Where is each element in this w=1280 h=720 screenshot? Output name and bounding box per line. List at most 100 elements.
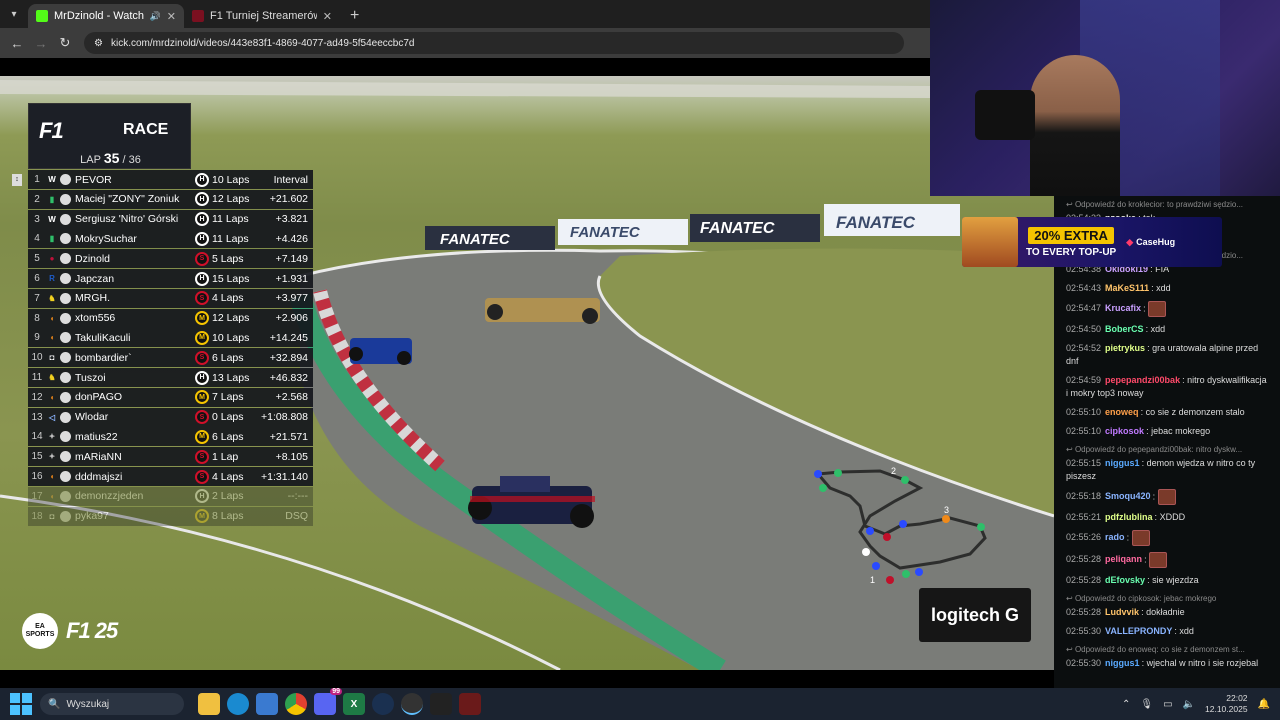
tab-kick-vod[interactable]: MrDzinold - Watch the VOD 🔊 ✕	[28, 4, 184, 28]
ea-sports-logo: EA SPORTS	[22, 613, 58, 649]
leaderboard-row: 5 ● Dzinold	[28, 249, 193, 269]
driver-name: Tuszoi	[75, 371, 106, 384]
position-number: 11	[31, 372, 43, 383]
chat-username[interactable]: VALLEPRONDY	[1105, 626, 1172, 636]
position-number: 14	[31, 431, 43, 443]
chat-username[interactable]: Krucafix	[1105, 303, 1141, 313]
taskbar-search[interactable]: 🔍 Wyszukaj	[40, 693, 184, 715]
chrome-icon[interactable]	[285, 693, 307, 715]
tyre-laps: 11 Laps	[212, 232, 249, 245]
sector-label: 1	[870, 575, 875, 585]
logitech-logo: logitech G	[919, 588, 1031, 642]
chat-panel[interactable]: ↩ Odpowiedź do kroklecior: to prawdziwi …	[1054, 196, 1280, 688]
chat-message: 02:55:28 peliqann:	[1054, 549, 1280, 571]
tray-chevron-icon[interactable]: ⌃	[1122, 699, 1130, 710]
search-placeholder: Wyszukaj	[66, 698, 110, 710]
chat-username[interactable]: pepepandzi00bak	[1105, 375, 1180, 385]
tyre-compound-icon: S	[195, 251, 209, 266]
windows-start-icon[interactable]	[10, 693, 32, 715]
chat-username[interactable]: niggus1	[1105, 458, 1140, 468]
chat-username[interactable]: niggus1	[1105, 658, 1140, 668]
leaderboard-toggle-icon[interactable]: ↕	[12, 174, 22, 186]
driver-name: xtom556	[75, 312, 116, 325]
team-logo-icon: ◖	[49, 313, 55, 323]
chat-timestamp: 02:55:28	[1066, 554, 1102, 565]
leaderboard-row-stats: S4 Laps +1:31.140	[193, 467, 313, 486]
webcam-person	[1030, 55, 1120, 196]
team-logo-icon: R	[49, 274, 55, 283]
tab-close-icon[interactable]: ✕	[167, 10, 176, 23]
tab-title: MrDzinold - Watch the VOD	[54, 10, 144, 22]
tab-f1-tournament[interactable]: F1 Turniej Streamerów - Walka ✕	[184, 4, 340, 28]
chat-username[interactable]: Ludvvik	[1105, 607, 1139, 617]
store-icon[interactable]	[256, 693, 278, 715]
interval-gap: +3.977	[275, 292, 308, 305]
microphone-icon[interactable]: 🎙	[1140, 699, 1153, 710]
clock-time: 22:02	[1226, 693, 1248, 703]
leaderboard-row: 10 ◘ bombardier`	[28, 348, 193, 368]
chat-username[interactable]: BoberCS	[1105, 324, 1144, 334]
volume-icon[interactable]: 🔈	[1183, 699, 1195, 710]
webcam-microphone	[975, 90, 1035, 140]
chat-username[interactable]: peliqann	[1105, 554, 1142, 564]
ad-text: 20% EXTRA TO EVERY TOP-UP	[1026, 226, 1116, 258]
tyre-compound-icon: S	[195, 350, 209, 365]
tyre-compound-icon: H	[195, 172, 209, 187]
forward-icon[interactable]: →	[30, 32, 52, 54]
notifications-icon[interactable]: 🔔	[1258, 699, 1270, 710]
leaderboard-row: 14 ✦ matius22	[28, 427, 193, 447]
chat-username[interactable]: MaKeS111	[1105, 283, 1149, 293]
edge-icon[interactable]	[227, 693, 249, 715]
reply-text: Odpowiedź do enoweq: co sie z demonzem s…	[1074, 645, 1245, 654]
chat-timestamp: 02:54:43	[1066, 283, 1102, 293]
tyre-laps: 6 Laps	[212, 351, 244, 364]
reply-text: Odpowiedź do cipkosok: jebac mokrego	[1074, 594, 1217, 603]
nationality-flag-icon	[60, 292, 71, 304]
chat-username[interactable]: cipkosok	[1105, 426, 1144, 436]
back-icon[interactable]: ←	[6, 32, 28, 54]
steam-icon[interactable]	[372, 693, 394, 715]
game-app-icon[interactable]	[459, 693, 481, 715]
site-info-icon[interactable]: ⚙	[94, 38, 103, 49]
tyre-laps: 12 Laps	[212, 193, 250, 206]
new-tab-button[interactable]: +	[340, 4, 369, 28]
chat-username[interactable]: pdfzlublina	[1105, 512, 1153, 522]
browser-tab-bar: ▾ MrDzinold - Watch the VOD 🔊 ✕ F1 Turni…	[0, 0, 930, 28]
driver-name: Japczan	[75, 272, 115, 285]
chat-username[interactable]: Smoqu420	[1105, 491, 1151, 501]
file-explorer-icon[interactable]	[198, 693, 220, 715]
obs-icon[interactable]	[401, 693, 423, 715]
casehug-ad-banner[interactable]: 20% EXTRA TO EVERY TOP-UP ◆ CaseHug	[962, 217, 1222, 267]
tyre-laps: 2 Laps	[212, 490, 244, 503]
tyre-laps: 5 Laps	[212, 252, 244, 265]
network-icon[interactable]: ▭	[1163, 699, 1172, 710]
app-icon[interactable]	[430, 693, 452, 715]
tab-close-icon[interactable]: ✕	[323, 10, 332, 23]
chat-reply-context: ↩ Odpowiedź do cipkosok: jebac mokrego	[1054, 590, 1280, 603]
address-bar[interactable]: ⚙ kick.com/mrdzinold/videos/443e83f1-486…	[84, 32, 904, 54]
chat-username[interactable]: enoweq	[1105, 407, 1139, 417]
leaderboard-row: 13 ◁ Wlodar	[28, 407, 193, 427]
excel-icon[interactable]: X	[343, 693, 365, 715]
tyre-laps: 15 Laps	[212, 272, 250, 285]
nationality-flag-icon	[60, 312, 71, 324]
chat-username[interactable]: rado	[1105, 532, 1125, 542]
interval-gap: Interval	[273, 173, 308, 186]
nationality-flag-icon	[60, 174, 71, 185]
leaderboard-row-stats: H 11 Laps +3.821	[193, 209, 313, 229]
tyre-laps: 4 Laps	[212, 470, 244, 483]
nationality-flag-icon	[60, 451, 71, 463]
team-logo-icon: ▮	[49, 234, 55, 244]
discord-icon[interactable]: 99	[314, 688, 342, 715]
chat-username[interactable]: dEfovsky	[1105, 575, 1145, 585]
leaderboard-row-stats: M8 Laps DSQ	[193, 506, 313, 526]
interval-gap: +2.568	[275, 391, 308, 404]
nationality-flag-icon	[60, 193, 71, 205]
taskbar-clock[interactable]: 22:02 12.10.2025	[1205, 693, 1248, 715]
tab-search-icon[interactable]: ▾	[0, 0, 28, 28]
interval-gap: DSQ	[285, 510, 308, 523]
chat-username[interactable]: pietrykus	[1105, 343, 1145, 353]
driver-name: pyka97	[75, 510, 109, 523]
reload-icon[interactable]: ↻	[54, 32, 76, 54]
chat-message: 02:55:28 dEfovsky: sie wjezdza	[1054, 571, 1280, 590]
